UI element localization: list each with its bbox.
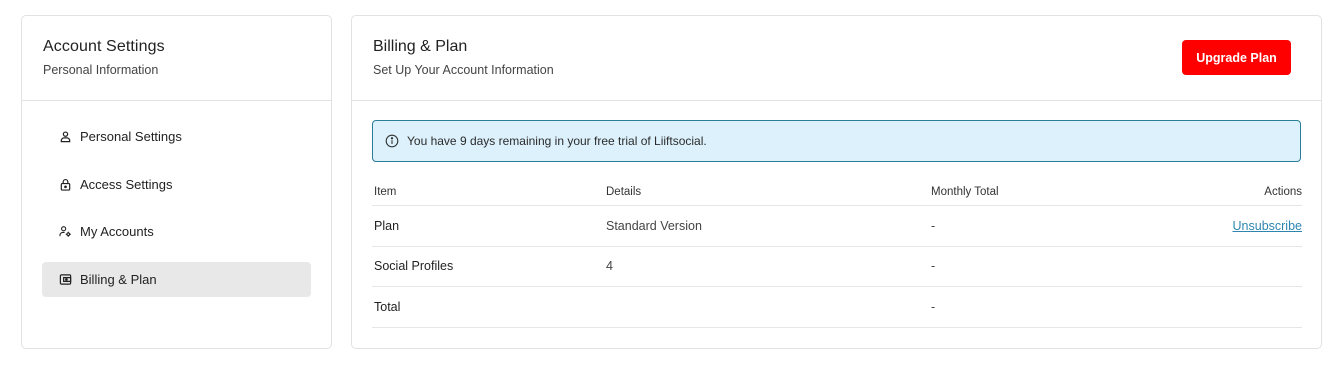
column-header-monthly-total: Monthly Total [931, 186, 999, 198]
person-icon [58, 130, 72, 144]
wallet-icon [58, 273, 72, 287]
sidebar-item-billing-plan[interactable]: Billing & Plan [42, 262, 311, 297]
row-item: Social Profiles [374, 259, 454, 274]
sidebar-item-personal-settings[interactable]: Personal Settings [42, 119, 311, 154]
row-item: Total [374, 299, 401, 314]
row-item: Plan [374, 218, 400, 233]
sidebar-item-access-settings[interactable]: Access Settings [42, 167, 311, 202]
user-settings-icon [58, 225, 72, 239]
column-header-actions: Actions [1264, 186, 1302, 198]
sidebar-item-label: My Accounts [80, 224, 154, 239]
settings-sidebar: Account Settings Personal Information Pe… [21, 15, 332, 349]
sidebar-item-my-accounts[interactable]: My Accounts [42, 214, 311, 249]
trial-alert: You have 9 days remaining in your free t… [372, 120, 1301, 162]
table-row: Social Profiles 4 - [372, 247, 1302, 287]
table-header: Item Details Monthly Total Actions [372, 178, 1302, 206]
row-monthly-total: - [931, 259, 936, 274]
row-monthly-total: - [931, 299, 936, 314]
column-header-details: Details [606, 186, 642, 198]
unsubscribe-link[interactable]: Unsubscribe [1233, 219, 1302, 233]
billing-panel: Billing & Plan Set Up Your Account Infor… [351, 15, 1322, 349]
upgrade-plan-button[interactable]: Upgrade Plan [1182, 40, 1291, 75]
row-details: Standard Version [606, 218, 702, 233]
row-details: 4 [606, 259, 613, 274]
column-header-item: Item [374, 186, 397, 198]
sidebar-subtitle: Personal Information [43, 63, 159, 77]
info-icon [385, 134, 399, 148]
sidebar-item-label: Billing & Plan [80, 272, 157, 287]
sidebar-item-label: Personal Settings [80, 129, 182, 144]
trial-alert-text: You have 9 days remaining in your free t… [407, 134, 707, 148]
page-subtitle: Set Up Your Account Information [373, 63, 554, 77]
sidebar-title: Account Settings [43, 38, 165, 55]
table-row: Plan Standard Version - Unsubscribe [372, 206, 1302, 247]
row-monthly-total: - [931, 218, 936, 233]
page-title: Billing & Plan [373, 38, 468, 55]
sidebar-header: Account Settings Personal Information [22, 16, 331, 101]
table-row: Total - [372, 287, 1302, 328]
billing-table: Item Details Monthly Total Actions Plan … [372, 178, 1302, 328]
lock-icon [58, 178, 72, 192]
sidebar-item-label: Access Settings [80, 177, 173, 192]
billing-header: Billing & Plan Set Up Your Account Infor… [352, 16, 1321, 101]
